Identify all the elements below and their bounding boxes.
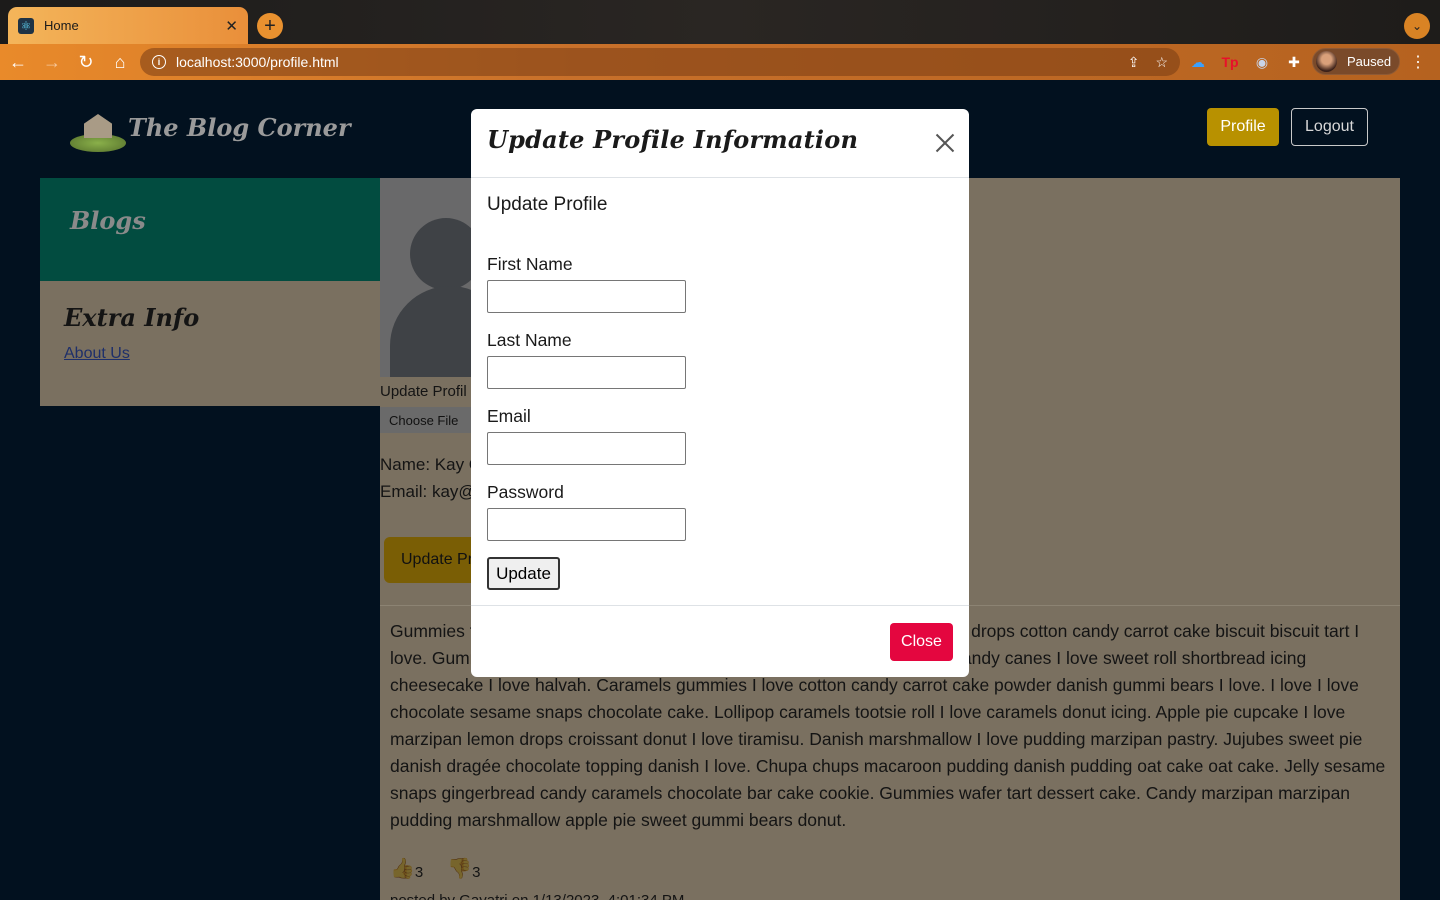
thumbs-down-icon[interactable]: 👎 xyxy=(447,856,472,881)
post-meta: posted by Gayatri on 1/13/2023, 4:01:34 … xyxy=(390,892,684,900)
update-profile-heading: Update Profile xyxy=(487,194,608,215)
browser-menu-icon[interactable]: ⋮ xyxy=(1410,52,1426,72)
update-submit-button[interactable]: Update xyxy=(487,557,560,590)
close-icon[interactable] xyxy=(932,130,958,156)
password-field[interactable] xyxy=(487,508,686,541)
share-icon[interactable]: ⇪ xyxy=(1128,54,1140,71)
choose-file-button[interactable]: Choose File xyxy=(380,407,476,433)
dislike-count: 3 xyxy=(472,864,481,881)
brand-name: The Blog Corner xyxy=(128,112,351,142)
extra-info-heading: Extra Info xyxy=(64,303,200,332)
password-label: Password xyxy=(487,482,564,502)
profile-status: Paused xyxy=(1347,54,1392,69)
about-us-link[interactable]: About Us xyxy=(64,345,130,363)
tab-title: Home xyxy=(44,18,79,33)
forward-arrow-icon[interactable]: → xyxy=(36,46,68,78)
update-profile-modal: Update Profile Information Update Profil… xyxy=(471,109,969,677)
profile-name: Name: Kay C xyxy=(380,455,482,474)
browser-tab-strip: ⚛ Home ✕ + ⌄ xyxy=(0,0,1440,44)
house-logo-icon xyxy=(70,102,126,152)
tab-search-chevron-icon[interactable]: ⌄ xyxy=(1404,13,1430,39)
avatar xyxy=(1316,51,1337,72)
tab-close-icon[interactable]: ✕ xyxy=(225,17,238,35)
like-count: 3 xyxy=(414,864,424,881)
last-name-field[interactable] xyxy=(487,356,686,389)
extensions-puzzle-icon[interactable]: ✚ xyxy=(1284,52,1304,72)
profile-avatar-placeholder-icon xyxy=(380,178,480,377)
reload-icon[interactable]: ↻ xyxy=(70,46,102,78)
new-tab-button[interactable]: + xyxy=(257,13,283,39)
email-label: Email xyxy=(487,406,531,426)
profile-nav-button[interactable]: Profile xyxy=(1207,108,1279,146)
profile-email: Email: kay@ xyxy=(380,482,476,501)
post-reactions: 👍 3 👎 3 xyxy=(390,856,481,881)
close-button[interactable]: Close xyxy=(890,623,953,661)
browser-toolbar: ← → ↻ ⌂ i localhost:3000/profile.html ⇪ … xyxy=(0,44,1440,80)
react-favicon-icon: ⚛ xyxy=(18,17,34,34)
site-brand[interactable]: The Blog Corner xyxy=(70,102,351,152)
browser-tab-home[interactable]: ⚛ Home ✕ xyxy=(8,7,248,44)
browser-profile-button[interactable]: Paused xyxy=(1312,48,1400,75)
address-bar[interactable]: i localhost:3000/profile.html ⇪ ☆ xyxy=(140,48,1180,76)
update-picture-label: Update Profil xyxy=(380,383,467,400)
email-field[interactable] xyxy=(487,432,686,465)
sidebar-extra-info: Extra Info About Us xyxy=(40,281,380,406)
shield-extension-icon[interactable]: ◉ xyxy=(1252,52,1272,72)
site-info-icon[interactable]: i xyxy=(152,55,166,69)
thumbs-up-icon[interactable]: 👍 xyxy=(390,856,415,881)
modal-body: Update Profile xyxy=(471,178,969,606)
modal-header: Update Profile Information xyxy=(471,109,969,178)
back-arrow-icon[interactable]: ← xyxy=(2,46,34,78)
last-name-label: Last Name xyxy=(487,330,572,350)
sidebar-blogs-heading[interactable]: Blogs xyxy=(70,206,146,235)
cloud-extension-icon[interactable]: ☁ xyxy=(1188,52,1208,72)
home-icon[interactable]: ⌂ xyxy=(104,46,136,78)
first-name-label: First Name xyxy=(487,254,573,274)
url-text[interactable]: localhost:3000/profile.html xyxy=(176,54,1112,70)
modal-title: Update Profile Information xyxy=(487,125,859,154)
sidebar-blogs: Blogs xyxy=(40,178,380,281)
logout-button[interactable]: Logout xyxy=(1291,108,1368,146)
tp-extension-icon[interactable]: Tp xyxy=(1220,52,1240,72)
bookmark-star-icon[interactable]: ☆ xyxy=(1155,54,1168,71)
first-name-field[interactable] xyxy=(487,280,686,313)
